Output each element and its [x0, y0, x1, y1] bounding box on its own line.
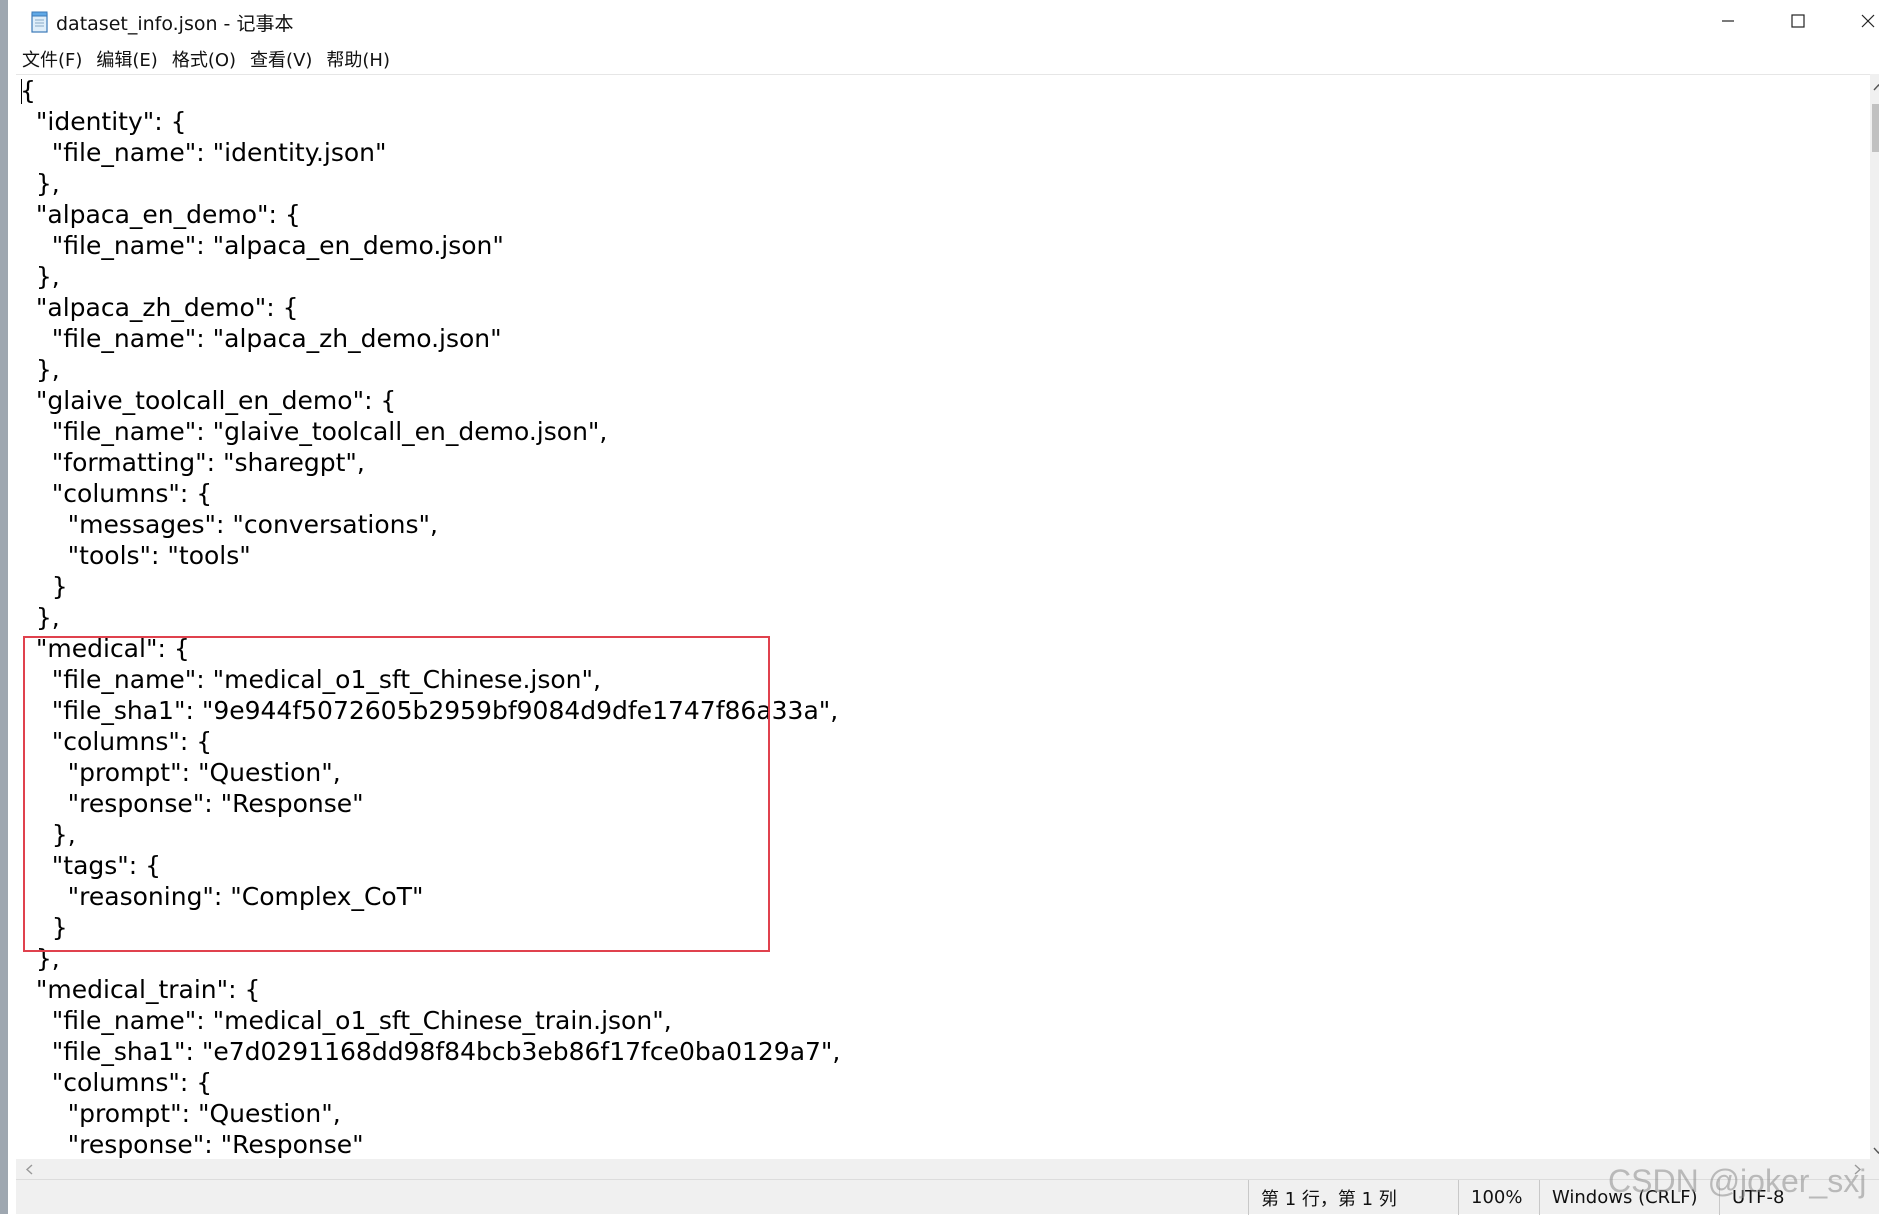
maximize-icon: [1791, 13, 1805, 32]
editor-line[interactable]: "medical_train": {: [20, 974, 840, 1005]
title-bar[interactable]: dataset_info.json - 记事本: [16, 0, 1879, 44]
editor-line[interactable]: "reasoning": "Complex_CoT": [20, 881, 840, 912]
menu-bar: 文件(F) 编辑(E) 格式(O) 查看(V) 帮助(H): [16, 44, 1879, 74]
editor-line[interactable]: "file_name": "medical_o1_sft_Chinese_tra…: [20, 1005, 840, 1036]
editor-line[interactable]: "file_name": "medical_o1_sft_Chinese.jso…: [20, 664, 840, 695]
editor-line[interactable]: "tags": {: [20, 850, 840, 881]
window-title: dataset_info.json - 记事本: [56, 13, 294, 35]
editor-line[interactable]: "alpaca_en_demo": {: [20, 199, 840, 230]
editor-line[interactable]: "messages": "conversations",: [20, 509, 840, 540]
text-caret: [21, 79, 22, 104]
editor-line[interactable]: "response": "Response": [20, 1129, 840, 1160]
editor-line[interactable]: "file_sha1": "e7d0291168dd98f84bcb3eb86f…: [20, 1036, 841, 1067]
editor-line[interactable]: },: [20, 819, 840, 850]
menu-help[interactable]: 帮助(H): [319, 46, 397, 72]
editor-line[interactable]: }: [20, 912, 840, 943]
editor-text[interactable]: { "identity": { "file_name": "identity.j…: [20, 75, 840, 1160]
editor-line[interactable]: "medical": {: [20, 633, 840, 664]
editor-line[interactable]: "identity": {: [20, 106, 840, 137]
editor-line[interactable]: },: [20, 354, 840, 385]
editor-line[interactable]: "file_name": "alpaca_en_demo.json": [20, 230, 840, 261]
close-button[interactable]: [1833, 0, 1879, 44]
editor-line[interactable]: },: [20, 943, 840, 974]
editor-line[interactable]: }: [20, 571, 840, 602]
notepad-window: dataset_info.json - 记事本 文件(F) 编辑(E) 格式(O…: [0, 0, 1879, 1215]
editor-line[interactable]: "file_name": "glaive_toolcall_en_demo.js…: [20, 416, 840, 447]
status-cursor-position: 第 1 行，第 1 列: [1248, 1180, 1458, 1215]
editor-line[interactable]: },: [20, 261, 840, 292]
editor-line[interactable]: "response": "Response": [20, 788, 840, 819]
editor-line[interactable]: "columns": {: [20, 478, 840, 509]
scroll-up-icon[interactable]: [1870, 78, 1879, 95]
maximize-button[interactable]: [1763, 0, 1833, 44]
editor-line[interactable]: "formatting": "sharegpt",: [20, 447, 840, 478]
scroll-right-icon[interactable]: [1849, 1159, 1866, 1179]
editor-line[interactable]: "columns": {: [20, 1067, 840, 1098]
notepad-icon: [30, 11, 50, 33]
menu-edit[interactable]: 编辑(E): [89, 46, 164, 72]
menu-file[interactable]: 文件(F): [16, 46, 89, 72]
status-zoom: 100%: [1458, 1180, 1539, 1215]
scroll-down-icon[interactable]: [1870, 1142, 1879, 1159]
vertical-scroll-thumb[interactable]: [1872, 104, 1879, 152]
editor-line[interactable]: "file_sha1": "9e944f5072605b2959bf9084d9…: [20, 695, 840, 726]
horizontal-scrollbar[interactable]: [16, 1159, 1870, 1179]
editor-line[interactable]: "glaive_toolcall_en_demo": {: [20, 385, 840, 416]
editor-line[interactable]: "prompt": "Question",: [20, 1098, 840, 1129]
editor-line[interactable]: "columns": {: [20, 726, 840, 757]
minimize-icon: [1721, 13, 1735, 32]
scroll-left-icon[interactable]: [20, 1159, 37, 1179]
editor-line[interactable]: {: [20, 75, 840, 106]
editor-line[interactable]: "file_name": "alpaca_zh_demo.json": [20, 323, 840, 354]
close-icon: [1861, 13, 1875, 32]
vertical-scrollbar[interactable]: [1870, 74, 1879, 1159]
scrollbar-corner: [1870, 1159, 1879, 1179]
menu-format[interactable]: 格式(O): [165, 46, 243, 72]
status-bar: 第 1 行，第 1 列 100% Windows (CRLF) UTF-8: [16, 1179, 1879, 1215]
editor-line[interactable]: "tools": "tools": [20, 540, 840, 571]
editor-line[interactable]: "alpaca_zh_demo": {: [20, 292, 840, 323]
text-editor-area[interactable]: { "identity": { "file_name": "identity.j…: [16, 74, 1870, 1160]
editor-line[interactable]: },: [20, 602, 840, 633]
status-encoding: UTF-8: [1719, 1180, 1879, 1215]
editor-line[interactable]: "prompt": "Question",: [20, 757, 840, 788]
menu-view[interactable]: 查看(V): [243, 46, 319, 72]
status-line-ending: Windows (CRLF): [1539, 1180, 1719, 1215]
editor-line[interactable]: },: [20, 168, 840, 199]
editor-line[interactable]: "file_name": "identity.json": [20, 137, 840, 168]
minimize-button[interactable]: [1693, 0, 1763, 44]
